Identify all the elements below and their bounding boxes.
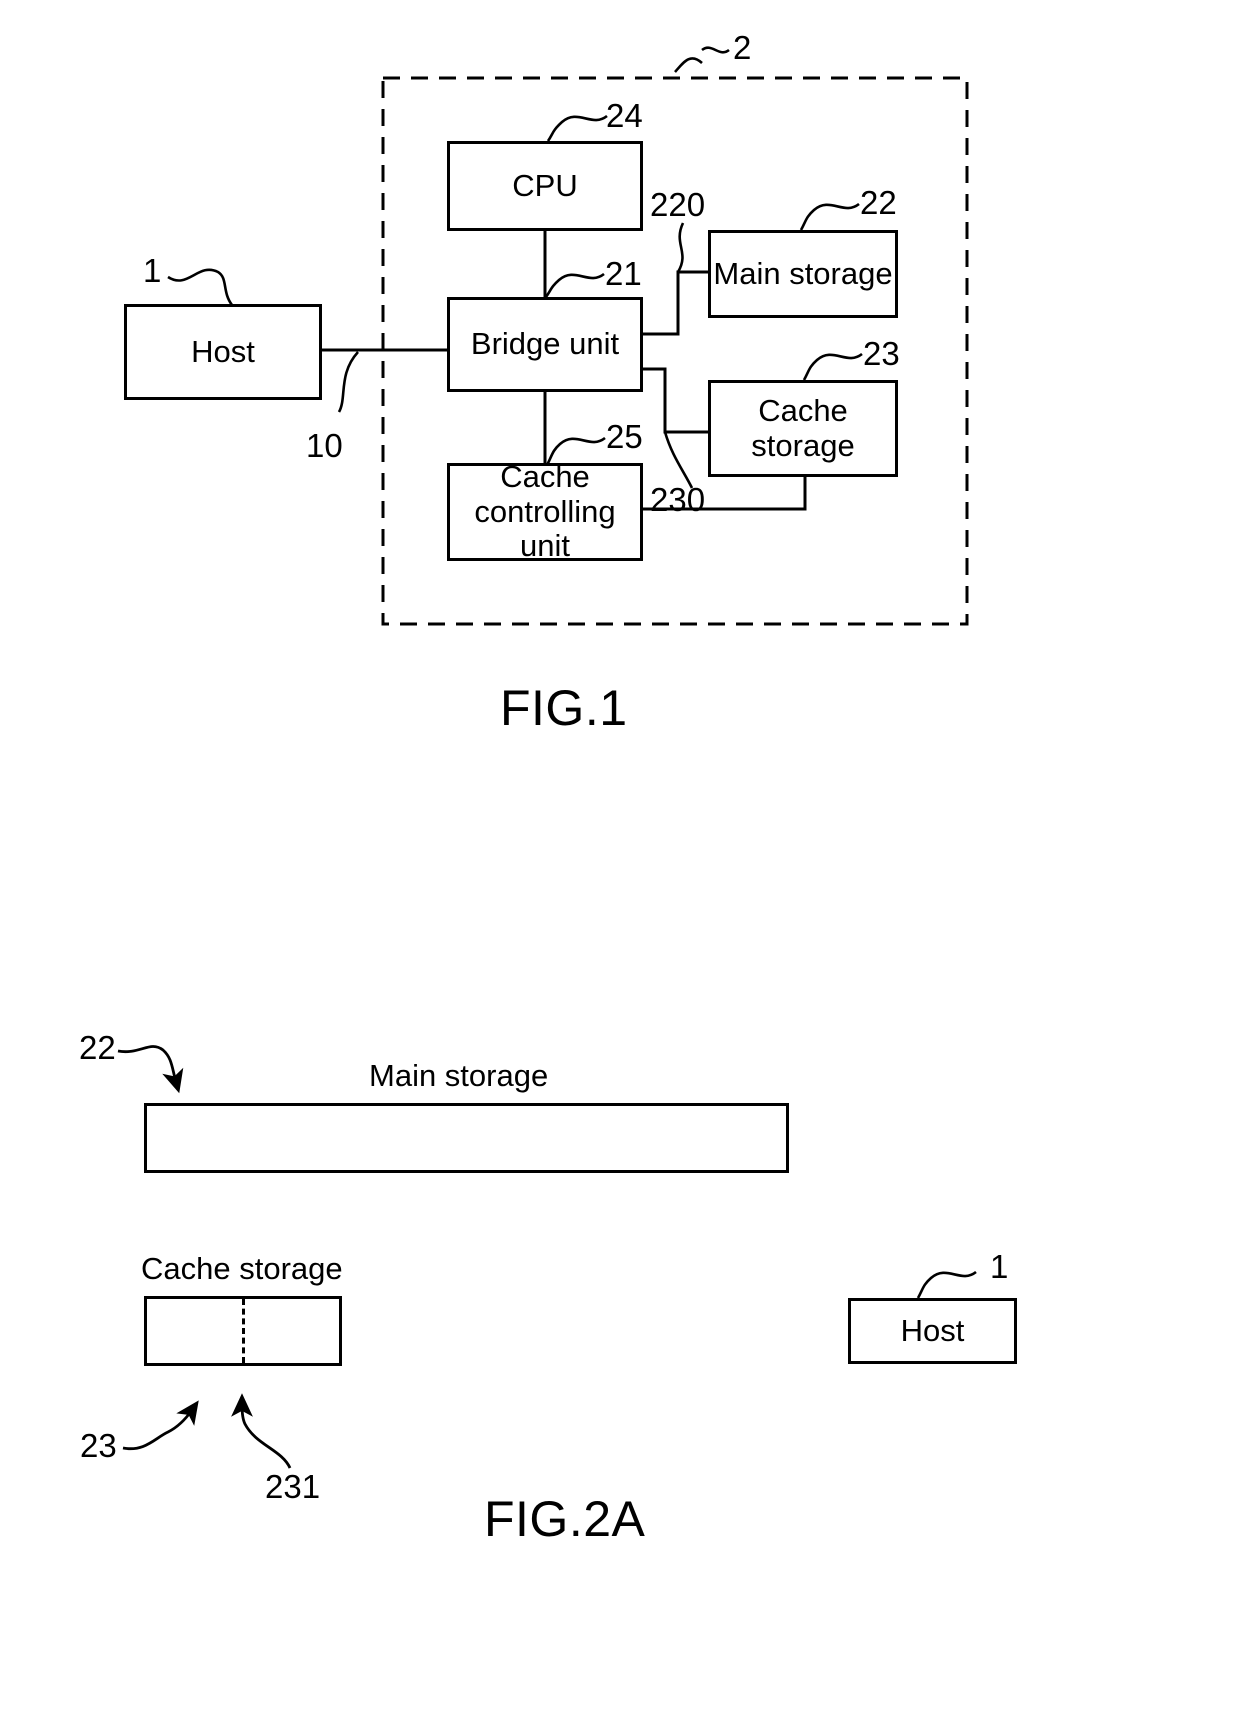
fig2a-host-label: Host [900,1312,965,1348]
fig2a-ref-231: 231 [265,1468,321,1505]
fig1-cpu-block[interactable]: CPU [447,141,643,231]
leader-ref-24 [546,114,608,142]
leader-ref-22-fig1 [799,202,860,231]
fig1-cache-controlling-unit-block[interactable]: Cache controlling unit [447,458,643,564]
fig2a-ref-1: 1 [990,1248,1009,1285]
fig1-ref-2: 2 [733,29,752,66]
fig1-ref-23: 23 [863,335,900,372]
connector-bridge-to-main-storage [641,270,708,336]
fig1-host-block[interactable]: Host [124,304,322,400]
fig1-host-label: Host [191,333,255,369]
leader-ref-10 [337,351,359,413]
fig1-cache-storage-label-line1: Cache [758,392,848,428]
fig1-caption: FIG.1 [500,680,628,736]
fig1-ref-22: 22 [860,184,897,221]
patent-figure-sheet: Host CPU Bridge unit Main storage Cache … [0,0,1240,1714]
fig1-cache-storage-block[interactable]: Cache storage [708,380,898,477]
fig1-bridge-unit-block[interactable]: Bridge unit [447,297,643,392]
connector-bridge-to-cache-storage [641,367,708,434]
fig1-cache-controlling-unit-label-line1: Cache [500,458,590,494]
leader-ref-2 [674,57,703,73]
fig2a-ref-22: 22 [79,1029,116,1066]
leader-ref-23-fig1 [802,352,863,381]
fig1-cache-controlling-unit-label-line2: controlling [474,493,616,529]
fig1-bridge-unit-label: Bridge unit [470,326,620,362]
fig2a-caption: FIG.2A [484,1491,646,1547]
fig1-ref-220: 220 [650,186,706,223]
fig1-cpu-label: CPU [512,167,578,203]
fig2a-ref-23: 23 [80,1427,117,1464]
fig2a-host-block[interactable]: Host [848,1298,1017,1364]
fig2a-main-storage-bar[interactable] [144,1103,789,1173]
leader-ref-230 [663,431,694,489]
fig1-ref-24: 24 [606,97,643,134]
fig1-main-storage-block[interactable]: Main storage [708,230,898,318]
fig1-ref-21: 21 [605,255,642,292]
fig1-ref-230: 230 [650,481,706,518]
fig2a-cache-storage-label: Cache storage [141,1251,343,1286]
fig2a-main-storage-label: Main storage [369,1058,549,1093]
fig1-ref-10: 10 [306,427,343,464]
fig1-cache-storage-label-line2: storage [751,427,855,463]
fig2a-cache-storage-divider [242,1299,245,1363]
leader-ref-1-fig1 [167,268,234,306]
leader-ref-22-fig2a [117,1045,184,1094]
leader-ref-1-fig2a [916,1270,977,1299]
fig1-cache-controlling-unit-label-line3: unit [520,528,570,564]
fig1-ref-1: 1 [143,252,162,289]
leader-ref-23-fig2a [122,1400,199,1451]
leader-ref-231 [231,1393,292,1469]
fig1-main-storage-label: Main storage [713,255,893,291]
leader-squiggle-ref-2 [701,46,730,54]
leader-ref-21 [544,272,605,298]
fig1-ref-25: 25 [606,418,643,455]
leader-ref-220 [676,222,685,273]
